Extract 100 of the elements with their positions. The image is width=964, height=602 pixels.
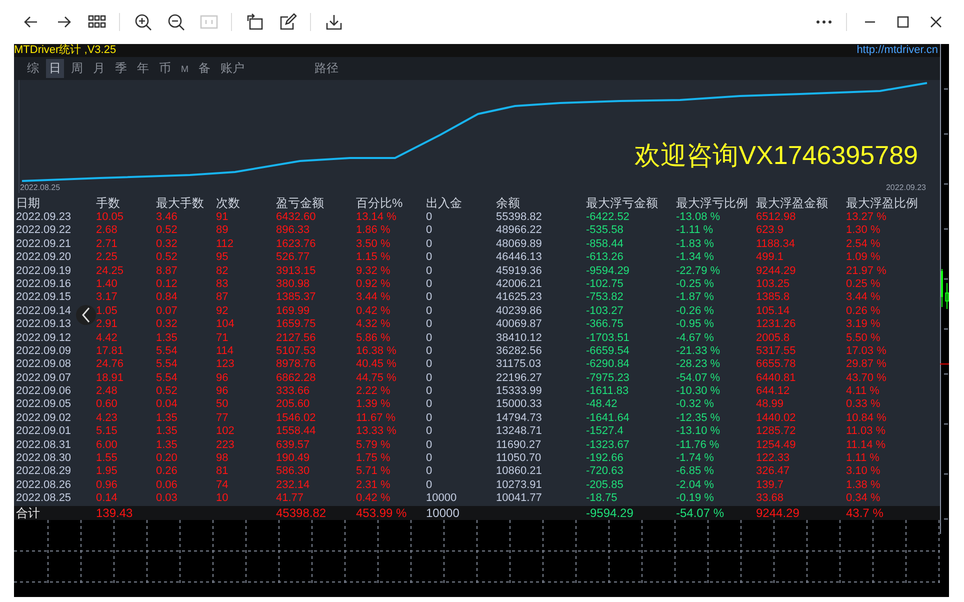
table-cell: 22196.27 [496,372,542,386]
table-cell: -1611.83 [586,385,629,398]
table-cell: 89 [216,224,228,238]
table-cell: 2127.56 [276,332,316,345]
tab[interactable]: 日 [46,59,64,78]
download-icon [324,12,344,32]
table-cell: 48966.22 [496,224,542,238]
table-cell: 0 [426,304,432,318]
tab[interactable]: 币 [156,59,174,78]
table-cell: 0.26 % [846,304,880,318]
table-cell: 11.03 % [846,425,886,439]
table-cell: 91 [216,211,228,224]
table-cell: 0.07 [156,304,178,318]
tab[interactable]: 季 [112,59,130,78]
table-cell: -28.23 % [676,358,720,372]
table-cell: 105.14 [756,304,790,318]
table-cell: 623.9 [756,224,784,238]
tab[interactable]: 周 [68,59,86,78]
table-cell: 2022.09.02 [16,412,72,426]
table-cell: 0 [426,344,432,358]
table-cell: 644.12 [756,385,790,398]
table-cell: 0 [426,358,432,372]
table-cell: 0 [426,438,432,452]
table-cell: 82 [216,264,228,278]
table-cell: -1.34 % [676,251,714,265]
table-cell: 499.1 [756,251,784,265]
column-header: 最大浮亏金额 [586,196,658,210]
tab[interactable]: 综 [24,59,42,78]
table-cell: 0 [426,238,432,252]
table-cell: 40.45 % [356,358,396,372]
table-cell: -753.82 [586,291,624,305]
table-cell: 2022.09.05 [16,398,72,412]
chevron-left-icon [80,306,92,324]
table-cell: 9.32 % [356,264,390,278]
minimize-icon [864,21,876,23]
table-cell: 42006.21 [496,278,542,292]
table-cell: 10041.77 [496,492,542,506]
table-cell: 2005.8 [756,332,790,345]
previous-button[interactable] [76,305,96,325]
table-cell: 0.14 [96,492,118,506]
zoom-out-icon [166,12,186,32]
table-cell: -6659.54 [586,344,630,358]
column-header: 盈亏金额 [276,196,324,210]
table-cell: -12.35 % [676,412,720,426]
table-cell: 8978.76 [276,358,316,372]
tab[interactable]: 备 [196,59,214,78]
table-cell: 0.52 [156,385,178,398]
table-cell: 50 [216,398,228,412]
table-cell: 13248.71 [496,425,542,439]
table-cell: 0 [426,264,432,278]
table-cell: 11.14 % [846,438,886,452]
table-cell: 112 [216,238,234,252]
table-cell: 3.44 % [846,291,880,305]
table-cell: 1.86 % [356,224,390,238]
tab[interactable]: 账户 [218,59,248,78]
table-cell: -0.95 % [676,318,714,332]
table-cell: 81 [216,465,228,479]
table-cell: 41.77 [276,492,304,506]
table-cell: 123 [216,358,234,372]
axis-date: 2022.09.23 [886,183,926,192]
table-cell: 10.05 [96,211,124,224]
table-cell: -6.85 % [676,465,714,479]
table-cell: 2022.09.09 [16,344,72,358]
table-cell: 71 [216,332,228,345]
table-cell: 0.12 [156,278,178,292]
table-cell: 13.27 % [846,211,886,224]
website-link[interactable]: http://mtdriver.cn [856,44,940,57]
table-cell: 5.54 [156,344,178,358]
table-cell: 2022.09.01 [16,425,72,439]
table-cell: -1.11 % [676,224,714,238]
table-cell: 5.71 % [356,465,390,479]
table-cell: 24.25 [96,264,124,278]
table-cell: 2.71 [96,238,118,252]
table-cell: 1659.75 [276,318,316,332]
table-cell: 0.34 % [846,492,880,506]
table-cell: 2022.09.20 [16,251,72,265]
tab[interactable]: 年 [134,59,152,78]
table-cell: 31175.03 [496,358,542,372]
table-cell: 14794.73 [496,412,542,426]
table-cell: 11.67 % [356,412,396,426]
table-cell: 1.05 [96,304,118,318]
tab[interactable]: M [178,62,192,74]
table-cell: -1.74 % [676,452,714,466]
table-cell: -13.10 % [676,425,720,439]
table-cell: 0 [426,465,432,479]
axis-date: 2022.08.25 [20,183,60,192]
table-cell: 0.06 [156,478,178,492]
tab[interactable]: 路径 [312,59,342,78]
total-cell: 43.7 % [846,506,884,520]
table-cell: 0.25 % [846,278,880,292]
table-cell: 96 [216,372,228,386]
total-cell: 9244.29 [756,506,800,520]
table-cell: -1.83 % [676,238,714,252]
table-cell: 10860.21 [496,465,542,479]
table-cell: 0.03 [156,492,178,506]
table-cell: -720.63 [586,465,624,479]
table-cell: 2022.09.06 [16,385,72,398]
table-cell: 3.17 [96,291,118,305]
table-cell: 13.14 % [356,211,396,224]
tab[interactable]: 月 [90,59,108,78]
